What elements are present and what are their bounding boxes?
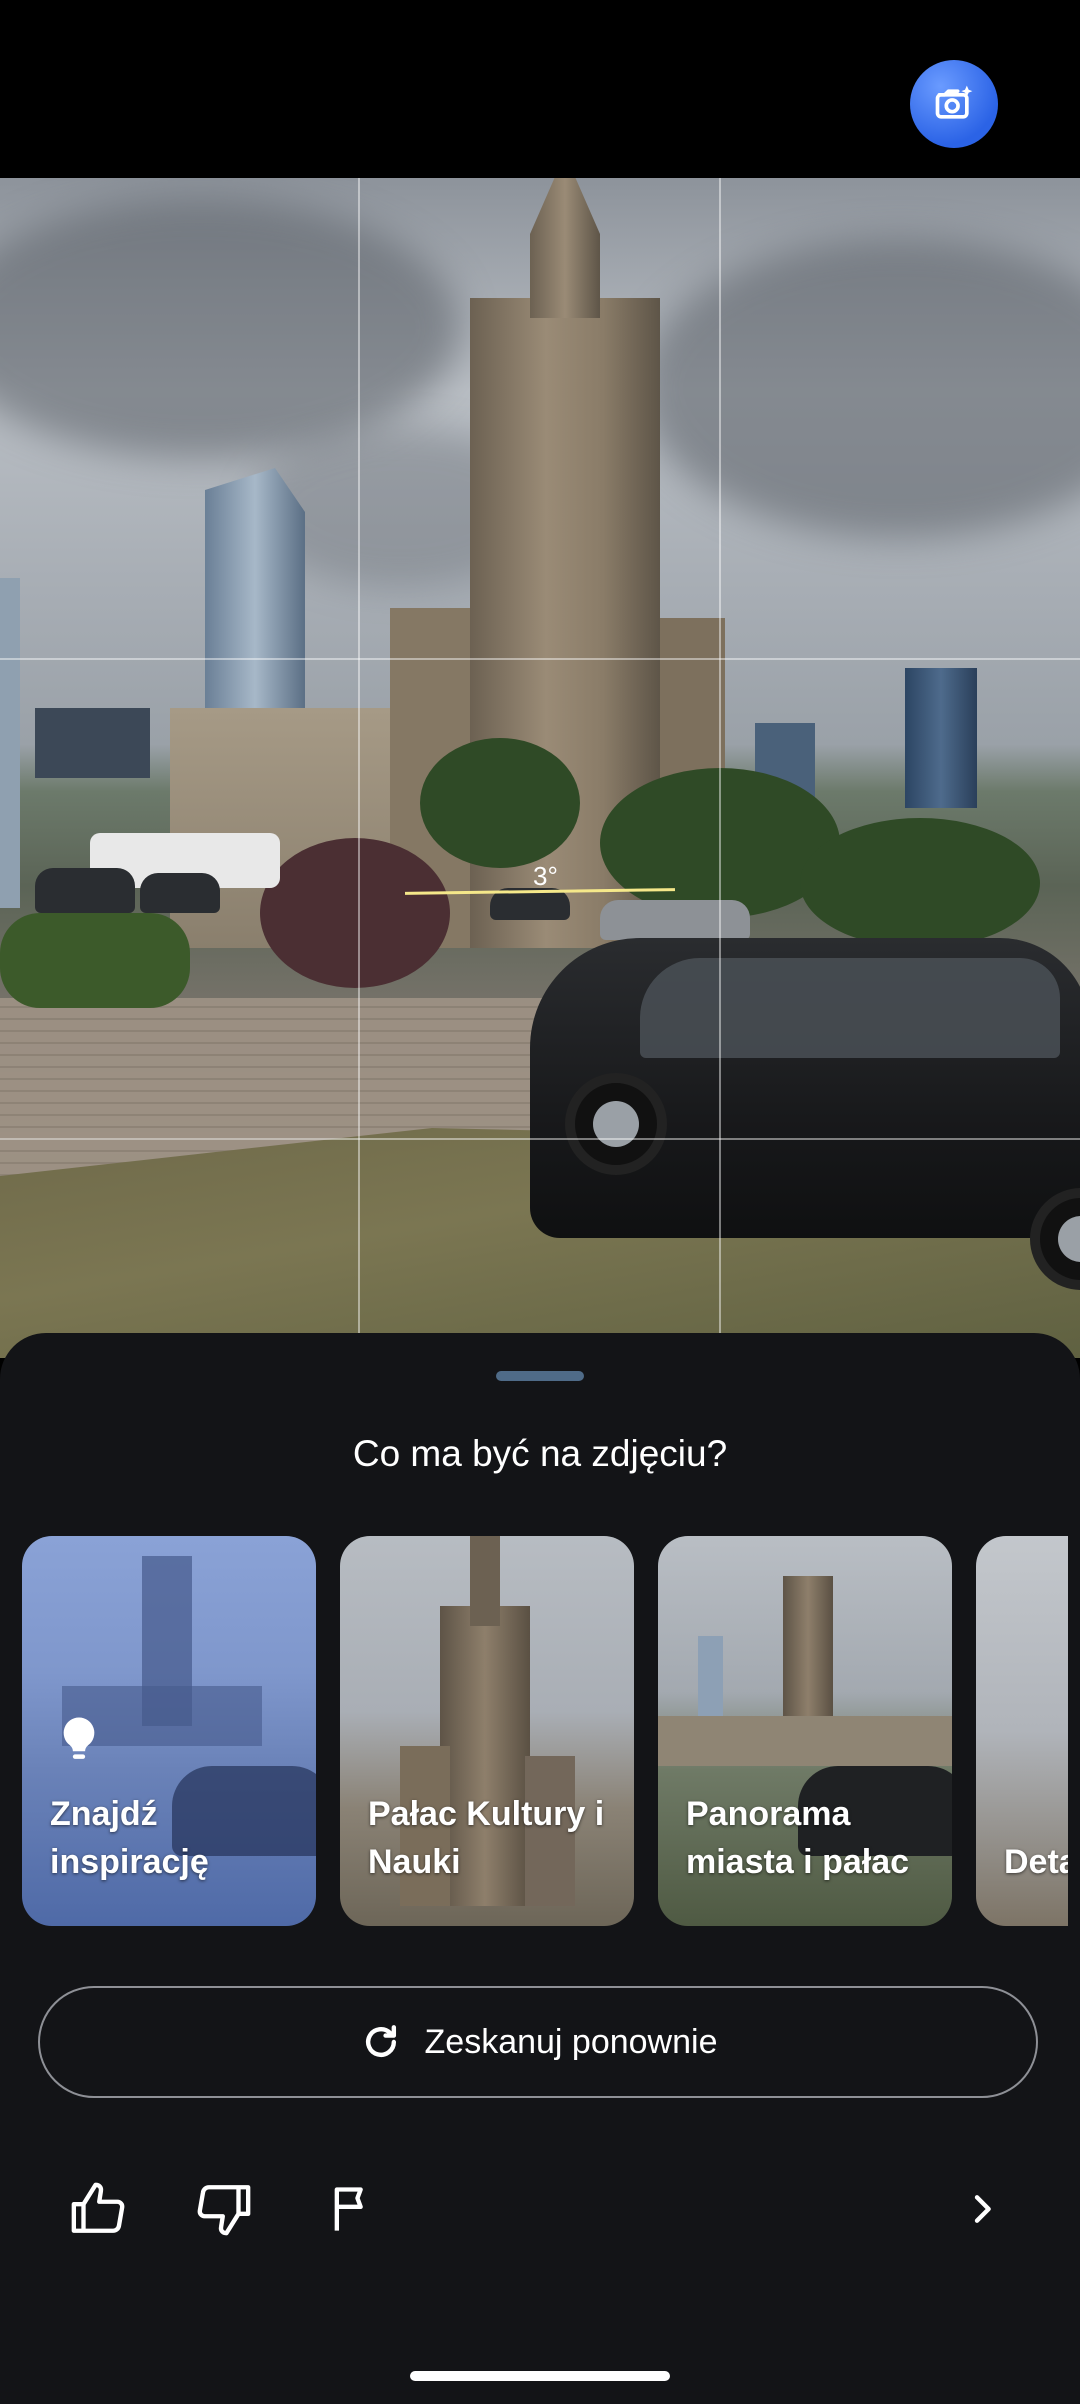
thumbs-up-button[interactable] — [62, 2173, 134, 2245]
camera-sparkle-button[interactable] — [910, 60, 998, 148]
suggestion-card-detail[interactable]: Detal ekto pała — [976, 1536, 1068, 1926]
skyscraper — [0, 578, 20, 908]
car-window — [640, 958, 1060, 1058]
grid-line — [0, 1138, 1080, 1140]
suggestion-label: Panorama miasta i pałac — [686, 1795, 910, 1881]
level-indicator: 3° — [533, 861, 558, 891]
rescan-button[interactable]: Zeskanuj ponownie — [38, 1986, 1038, 2098]
hedge — [0, 913, 190, 1008]
rescan-label: Zeskanuj ponownie — [424, 2022, 718, 2061]
thumbs-down-button[interactable] — [188, 2173, 260, 2245]
suggestions-sheet: Co ma być na zdjęciu? Znajdź inspirację … — [0, 1333, 1080, 2404]
grid-line — [0, 658, 1080, 660]
camera-sparkle-icon — [935, 85, 973, 119]
suggestion-card-panorama[interactable]: Panorama miasta i pałac — [658, 1536, 952, 1926]
thumbs-up-icon — [71, 2182, 125, 2233]
refresh-icon — [365, 2025, 396, 2058]
lightbulb-icon — [63, 1717, 95, 1759]
flag-icon — [334, 2187, 363, 2231]
suggestion-label: Pałac Kultury i Nauki — [368, 1795, 605, 1881]
drag-handle[interactable] — [496, 1371, 584, 1381]
home-indicator[interactable] — [410, 2371, 670, 2381]
thumbs-down-icon — [197, 2185, 251, 2236]
skyscraper — [905, 668, 977, 808]
suggestion-card-palace[interactable]: Pałac Kultury i Nauki — [340, 1536, 634, 1926]
grid-line — [719, 178, 721, 1358]
suggestion-label: Znajdź inspirację — [50, 1795, 209, 1881]
palace-spire — [530, 178, 600, 318]
camera-viewfinder[interactable]: 3° — [0, 178, 1080, 1358]
grid-line — [358, 178, 360, 1358]
suggestion-label: Detal ekto pała — [1004, 1843, 1068, 1881]
suggestion-carousel[interactable]: Znajdź inspirację Pałac Kultury i Nauki … — [22, 1536, 1068, 1926]
next-button[interactable] — [946, 2173, 1018, 2245]
top-bar — [0, 0, 1080, 178]
chevron-right-icon — [974, 2195, 991, 2223]
suggestion-card-inspiration[interactable]: Znajdź inspirację — [22, 1536, 316, 1926]
report-flag-button[interactable] — [316, 2173, 388, 2245]
sheet-question: Co ma być na zdjęciu? — [352, 1433, 728, 1474]
building — [35, 708, 150, 778]
